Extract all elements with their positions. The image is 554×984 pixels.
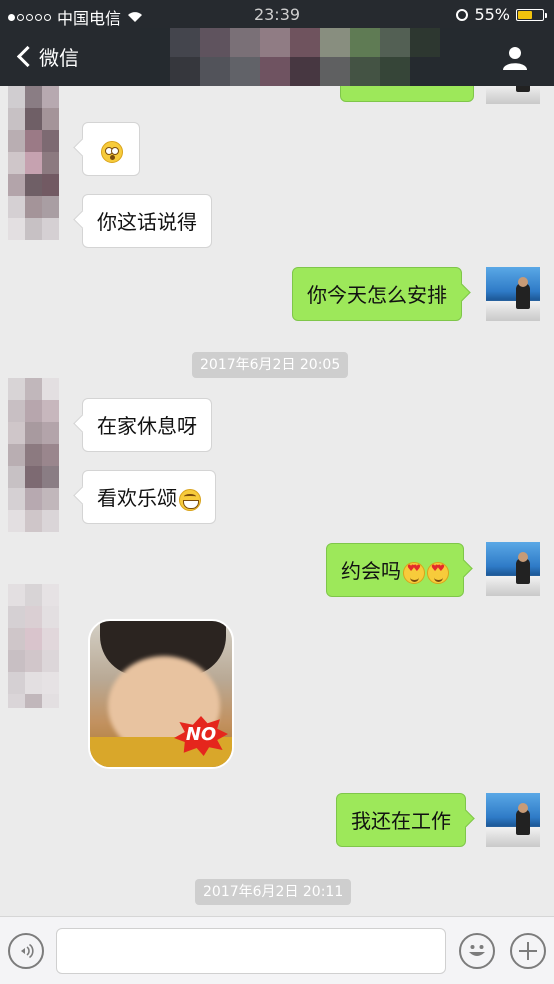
grin-emoji-icon: [179, 488, 201, 511]
message-bubble-out[interactable]: 你今天怎么安排: [292, 267, 462, 321]
message-text: 约会吗: [341, 559, 401, 583]
my-avatar[interactable]: [486, 542, 540, 596]
person-icon[interactable]: [502, 45, 528, 71]
sticker-text: NO: [185, 724, 217, 745]
back-button[interactable]: 微信: [14, 42, 79, 71]
timestamp: 2017年6月2日 20:05: [192, 352, 349, 378]
my-avatar[interactable]: [486, 793, 540, 847]
contact-avatar-pixelated[interactable]: [8, 584, 76, 694]
contact-avatar-pixelated[interactable]: [8, 86, 76, 240]
rotation-lock-icon: [456, 8, 469, 21]
my-avatar[interactable]: [486, 86, 540, 104]
heart-eyes-emoji-icon: [427, 561, 449, 584]
surprised-emoji-icon: [101, 140, 123, 163]
chat-title-pixelated: [140, 28, 500, 86]
emoji-icon[interactable]: [459, 933, 495, 969]
chevron-left-icon: [16, 45, 39, 68]
battery-icon: [516, 8, 547, 21]
chat-area[interactable]: 你这话说得 你今天怎么安排 2017年6月2日 20:05 在家休息呀 看欢乐颂…: [0, 86, 554, 916]
message-bubble-in[interactable]: 你这话说得: [82, 194, 212, 248]
battery-percent: 55%: [474, 5, 510, 24]
message-bubble-in[interactable]: [82, 122, 140, 176]
message-bubble-in[interactable]: 看欢乐颂: [82, 470, 216, 524]
message-text: 看欢乐颂: [97, 486, 177, 510]
sticker-image[interactable]: NO: [88, 619, 234, 769]
my-avatar[interactable]: [486, 267, 540, 321]
message-bubble-out[interactable]: 我还在工作: [336, 793, 466, 847]
message-bubble-in[interactable]: 在家休息呀: [82, 398, 212, 452]
nav-bar: 微信: [0, 28, 554, 86]
input-bar: [0, 916, 554, 984]
message-input[interactable]: [56, 928, 446, 974]
timestamp: 2017年6月2日 20:11: [195, 879, 352, 905]
status-right: 55%: [456, 5, 547, 24]
heart-eyes-emoji-icon: [403, 561, 425, 584]
message-bubble-out-partial[interactable]: [340, 86, 474, 102]
plus-icon[interactable]: [510, 933, 546, 969]
message-bubble-out[interactable]: 约会吗: [326, 543, 464, 597]
voice-icon[interactable]: [8, 933, 44, 969]
back-label: 微信: [39, 46, 79, 70]
status-bar: 中国电信 23:39 55%: [0, 0, 554, 28]
